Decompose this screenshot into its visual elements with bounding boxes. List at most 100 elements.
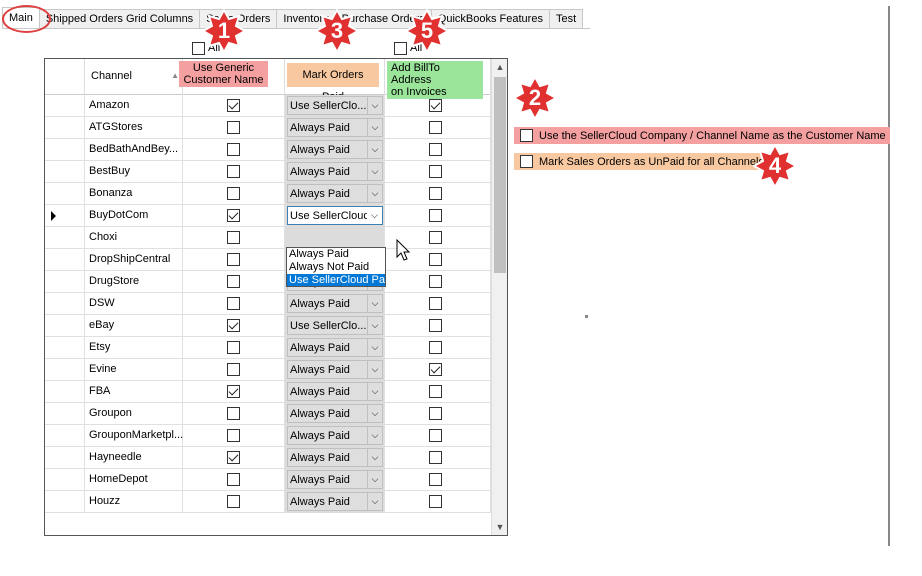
mark-paid-combo[interactable]: Always Paid ⌵ bbox=[287, 162, 383, 181]
chevron-down-icon[interactable]: ⌵ bbox=[367, 427, 382, 444]
row-header[interactable] bbox=[45, 491, 85, 513]
chevron-down-icon[interactable]: ⌵ bbox=[367, 383, 382, 400]
row-header[interactable] bbox=[45, 293, 85, 315]
chevron-down-icon[interactable]: ⌵ bbox=[367, 471, 382, 488]
row-header[interactable] bbox=[45, 139, 85, 161]
row-header[interactable] bbox=[45, 315, 85, 337]
row-header[interactable] bbox=[45, 425, 85, 447]
table-row[interactable]: Hayneedle Always Paid ⌵ bbox=[45, 447, 491, 469]
row-header[interactable] bbox=[45, 227, 85, 249]
generic-name-checkbox[interactable] bbox=[227, 385, 240, 398]
company-name-checkbox[interactable] bbox=[520, 129, 533, 142]
mark-paid-combo[interactable]: Always Paid ⌵ bbox=[287, 382, 383, 401]
billto-checkbox[interactable] bbox=[429, 385, 442, 398]
billto-checkbox[interactable] bbox=[429, 319, 442, 332]
unpaid-all-option[interactable]: Mark Sales Orders as UnPaid for all Chan… bbox=[514, 153, 768, 170]
mark-paid-combo[interactable]: Always Paid ⌵ bbox=[287, 338, 383, 357]
table-row[interactable]: eBay Use SellerClo... ⌵ bbox=[45, 315, 491, 337]
table-row[interactable]: Evine Always Paid ⌵ bbox=[45, 359, 491, 381]
table-row[interactable]: Groupon Always Paid ⌵ bbox=[45, 403, 491, 425]
chevron-down-icon[interactable]: ⌵ bbox=[367, 339, 382, 356]
billto-checkbox[interactable] bbox=[429, 275, 442, 288]
table-row[interactable]: ATGStores Always Paid ⌵ bbox=[45, 117, 491, 139]
table-row[interactable]: DrugStoreAlways Paid⌵ bbox=[45, 271, 491, 293]
row-header[interactable] bbox=[45, 447, 85, 469]
generic-name-checkbox[interactable] bbox=[227, 187, 240, 200]
billto-checkbox[interactable] bbox=[429, 451, 442, 464]
tab-test[interactable]: Test bbox=[548, 9, 584, 28]
table-row[interactable]: DSW Always Paid ⌵ bbox=[45, 293, 491, 315]
billto-checkbox[interactable] bbox=[429, 429, 442, 442]
billto-checkbox[interactable] bbox=[429, 407, 442, 420]
row-header[interactable] bbox=[45, 403, 85, 425]
dropdown-option[interactable]: Always Not Paid bbox=[287, 261, 385, 274]
column-header-channel[interactable]: Channel ▲ bbox=[85, 59, 183, 95]
scroll-thumb[interactable] bbox=[494, 77, 506, 273]
row-header[interactable] bbox=[45, 205, 85, 227]
table-row[interactable]: DropShipCentral bbox=[45, 249, 491, 271]
generic-name-checkbox[interactable] bbox=[227, 451, 240, 464]
billto-checkbox[interactable] bbox=[429, 187, 442, 200]
table-row[interactable]: Choxi bbox=[45, 227, 491, 249]
mark-paid-combo[interactable]: Use SellerCloud ⌵ bbox=[287, 206, 383, 225]
chevron-down-icon[interactable]: ⌵ bbox=[367, 295, 382, 312]
table-row[interactable]: HomeDepot Always Paid ⌵ bbox=[45, 469, 491, 491]
mark-paid-combo[interactable]: Always Paid ⌵ bbox=[287, 448, 383, 467]
table-row[interactable]: Houzz Always Paid ⌵ bbox=[45, 491, 491, 513]
generic-name-checkbox[interactable] bbox=[227, 495, 240, 508]
mark-paid-combo[interactable]: Use SellerClo... ⌵ bbox=[287, 96, 383, 115]
billto-checkbox[interactable] bbox=[429, 143, 442, 156]
generic-name-checkbox[interactable] bbox=[227, 297, 240, 310]
row-header[interactable] bbox=[45, 95, 85, 117]
billto-checkbox[interactable] bbox=[429, 209, 442, 222]
mark-paid-combo[interactable]: Always Paid ⌵ bbox=[287, 140, 383, 159]
row-header[interactable] bbox=[45, 249, 85, 271]
row-header[interactable] bbox=[45, 183, 85, 205]
billto-checkbox[interactable] bbox=[429, 121, 442, 134]
chevron-down-icon[interactable]: ⌵ bbox=[367, 163, 382, 180]
billto-checkbox[interactable] bbox=[429, 495, 442, 508]
row-header[interactable] bbox=[45, 337, 85, 359]
generic-name-checkbox[interactable] bbox=[227, 341, 240, 354]
column-header-billto[interactable]: Add BillTo Address on Invoices bbox=[385, 59, 491, 99]
billto-checkbox[interactable] bbox=[429, 99, 442, 112]
chevron-down-icon[interactable]: ⌵ bbox=[367, 97, 382, 114]
generic-name-checkbox[interactable] bbox=[227, 165, 240, 178]
billto-checkbox[interactable] bbox=[429, 341, 442, 354]
dropdown-option[interactable]: Always Paid bbox=[287, 248, 385, 261]
chevron-down-icon[interactable]: ⌵ bbox=[367, 207, 382, 224]
generic-name-checkbox[interactable] bbox=[227, 121, 240, 134]
generic-name-checkbox[interactable] bbox=[227, 429, 240, 442]
table-row[interactable]: BedBathAndBey... Always Paid ⌵ bbox=[45, 139, 491, 161]
mark-paid-combo[interactable]: Use SellerClo... ⌵ bbox=[287, 316, 383, 335]
table-row[interactable]: Amazon Use SellerClo... ⌵ bbox=[45, 95, 491, 117]
generic-name-checkbox[interactable] bbox=[227, 209, 240, 222]
generic-name-checkbox[interactable] bbox=[227, 473, 240, 486]
company-name-option[interactable]: Use the SellerCloud Company / Channel Na… bbox=[514, 127, 890, 144]
chevron-down-icon[interactable]: ⌵ bbox=[367, 141, 382, 158]
table-row[interactable]: Etsy Always Paid ⌵ bbox=[45, 337, 491, 359]
dropdown-option[interactable]: Use SellerCloud Paid bbox=[287, 274, 385, 286]
row-header[interactable] bbox=[45, 117, 85, 139]
generic-name-checkbox[interactable] bbox=[227, 363, 240, 376]
billto-checkbox[interactable] bbox=[429, 473, 442, 486]
billto-checkbox[interactable] bbox=[429, 165, 442, 178]
column-header-generic-name[interactable]: Use Generic Customer Name bbox=[179, 59, 285, 95]
chevron-down-icon[interactable]: ⌵ bbox=[367, 317, 382, 334]
billto-checkbox[interactable] bbox=[429, 253, 442, 266]
mark-paid-combo[interactable]: Always Paid ⌵ bbox=[287, 294, 383, 313]
scroll-up-icon[interactable]: ▲ bbox=[492, 59, 507, 75]
generic-name-checkbox[interactable] bbox=[227, 253, 240, 266]
row-header[interactable] bbox=[45, 271, 85, 293]
mark-paid-combo[interactable]: Always Paid ⌵ bbox=[287, 426, 383, 445]
scroll-down-icon[interactable]: ▼ bbox=[492, 519, 507, 535]
mark-paid-combo[interactable]: Always Paid ⌵ bbox=[287, 492, 383, 511]
chevron-down-icon[interactable]: ⌵ bbox=[367, 119, 382, 136]
table-row[interactable]: BestBuy Always Paid ⌵ bbox=[45, 161, 491, 183]
table-row[interactable]: GrouponMarketpl... Always Paid ⌵ bbox=[45, 425, 491, 447]
mark-paid-combo[interactable]: Always Paid ⌵ bbox=[287, 404, 383, 423]
mark-paid-combo[interactable]: Always Paid ⌵ bbox=[287, 184, 383, 203]
billto-checkbox[interactable] bbox=[429, 297, 442, 310]
generic-name-checkbox[interactable] bbox=[227, 231, 240, 244]
generic-name-checkbox[interactable] bbox=[227, 275, 240, 288]
